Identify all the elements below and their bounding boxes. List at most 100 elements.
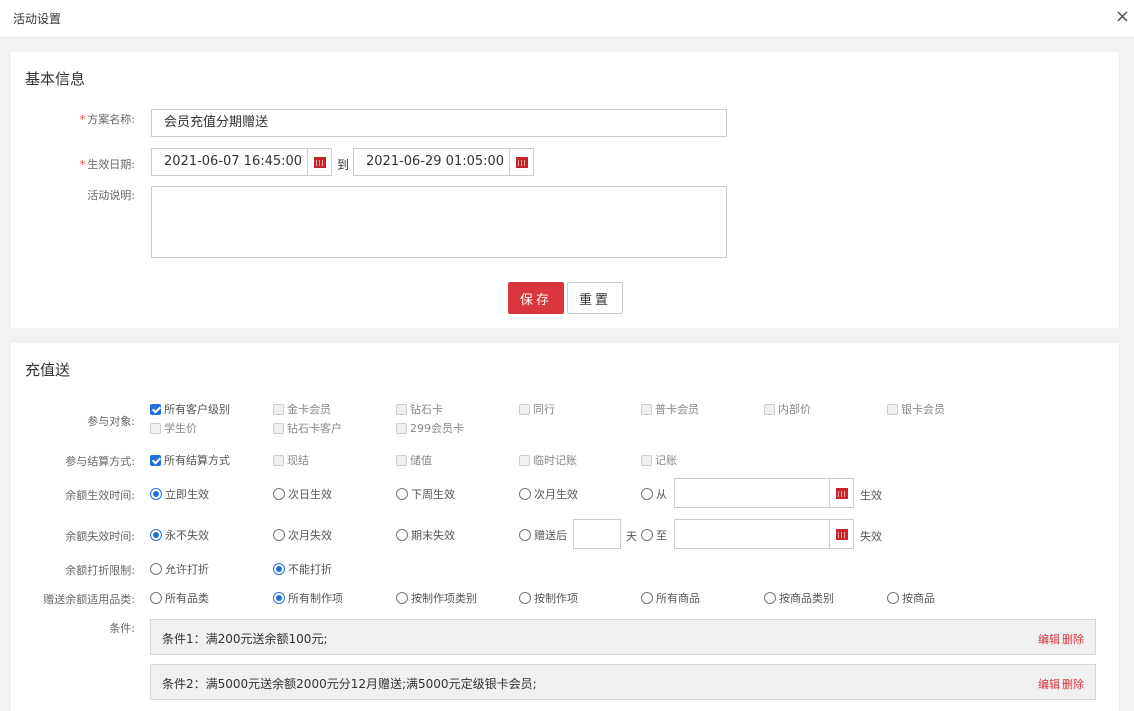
option-label: 至 xyxy=(656,529,667,542)
edit-condition-link[interactable]: 编辑 xyxy=(1038,678,1060,691)
effective-radio-3[interactable]: 次月生效 xyxy=(519,486,578,502)
radio-button[interactable] xyxy=(396,529,408,541)
checkbox[interactable] xyxy=(273,454,284,466)
radio-button[interactable] xyxy=(519,592,531,604)
radio-button[interactable] xyxy=(764,592,776,604)
radio-button[interactable] xyxy=(519,488,531,500)
recharge-gift-panel: 充值送 参与对象: 所有客户级别 金卡会员 钻石卡 同行 普卡会员 内部价 银卡会员 学生价 钻… xyxy=(11,343,1119,711)
checkbox[interactable] xyxy=(641,454,652,466)
checkbox[interactable] xyxy=(887,403,898,415)
option-label: 按商品 xyxy=(902,592,935,605)
required-mark: * xyxy=(79,158,86,171)
effective-radio-2[interactable]: 下周生效 xyxy=(396,486,455,502)
category-radio-2[interactable]: 按制作项类别 xyxy=(396,590,477,606)
category-radio-6[interactable]: 按商品 xyxy=(887,590,935,606)
participant-checkbox-1[interactable]: 金卡会员 xyxy=(273,401,331,417)
radio-button[interactable] xyxy=(887,592,899,604)
settlement-checkbox-1[interactable]: 现结 xyxy=(273,452,309,468)
checkbox[interactable] xyxy=(396,403,407,415)
radio-button[interactable] xyxy=(641,592,653,604)
participant-checkbox-6[interactable]: 银卡会员 xyxy=(887,401,945,417)
option-label: 按商品类别 xyxy=(779,592,834,605)
category-radio-3[interactable]: 按制作项 xyxy=(519,590,578,606)
radio-button[interactable] xyxy=(396,488,408,500)
category-radio-4[interactable]: 所有商品 xyxy=(641,590,700,606)
expire-radio-0[interactable]: 永不失效 xyxy=(150,527,209,543)
delete-condition-link[interactable]: 删除 xyxy=(1062,633,1084,646)
category-radio-0[interactable]: 所有品类 xyxy=(150,590,209,606)
category-radio-1[interactable]: 所有制作项 xyxy=(273,590,343,606)
effective-radio-1[interactable]: 次日生效 xyxy=(273,486,332,502)
radio-button[interactable] xyxy=(150,592,162,604)
expire-to-date-input[interactable] xyxy=(674,519,830,549)
checkbox[interactable] xyxy=(396,454,407,466)
radio-button[interactable] xyxy=(150,529,162,541)
radio-button[interactable] xyxy=(273,488,285,500)
radio-button[interactable] xyxy=(641,529,653,541)
discount-limit-label: 余额打折限制: xyxy=(65,564,135,577)
participant-checkbox-4[interactable]: 普卡会员 xyxy=(641,401,699,417)
checkbox[interactable] xyxy=(150,422,161,434)
radio-button[interactable] xyxy=(273,592,285,604)
settlement-checkbox-3[interactable]: 临时记账 xyxy=(519,452,577,468)
radio-button[interactable] xyxy=(641,488,653,500)
checkbox[interactable] xyxy=(396,422,407,434)
checkbox[interactable] xyxy=(764,403,775,415)
calendar-icon xyxy=(515,156,528,168)
discount-radio-1[interactable]: 不能打折 xyxy=(273,561,332,577)
reset-button[interactable]: 重置 xyxy=(567,282,623,314)
expire-days-input[interactable] xyxy=(573,519,621,549)
participant-checkbox-9[interactable]: 299会员卡 xyxy=(396,420,464,436)
discount-radio-0[interactable]: 允许打折 xyxy=(150,561,209,577)
effective-radio-4[interactable]: 从 xyxy=(641,486,667,502)
expire-radio-3[interactable]: 赠送后 xyxy=(519,527,567,543)
checkbox[interactable] xyxy=(150,403,161,415)
end-date-calendar-button[interactable] xyxy=(510,148,534,176)
participant-checkbox-3[interactable]: 同行 xyxy=(519,401,555,417)
start-date-calendar-button[interactable] xyxy=(308,148,332,176)
condition-row: 条件2：满5000元送余额2000元分12月赠送;满5000元定级银卡会员; 编辑… xyxy=(150,664,1096,700)
start-date-input[interactable]: 2021-06-07 16:45:00 xyxy=(151,148,308,176)
radio-button[interactable] xyxy=(150,488,162,500)
effective-from-date-input[interactable] xyxy=(674,478,830,508)
end-date-input[interactable]: 2021-06-29 01:05:00 xyxy=(353,148,510,176)
checkbox[interactable] xyxy=(150,454,161,466)
radio-button[interactable] xyxy=(150,563,162,575)
checkbox[interactable] xyxy=(273,403,284,415)
plan-name-input[interactable]: 会员充值分期赠送 xyxy=(151,109,727,137)
edit-condition-link[interactable]: 编辑 xyxy=(1038,633,1060,646)
checkbox[interactable] xyxy=(641,403,652,415)
expire-radio-1[interactable]: 次月失效 xyxy=(273,527,332,543)
radio-button[interactable] xyxy=(519,529,531,541)
save-button[interactable]: 保存 xyxy=(508,282,564,314)
date-range-separator: 到 xyxy=(337,158,350,172)
basic-info-title: 基本信息 xyxy=(25,70,86,88)
settlement-checkbox-2[interactable]: 储值 xyxy=(396,452,432,468)
delete-condition-link[interactable]: 删除 xyxy=(1062,678,1084,691)
expire-to-calendar-button[interactable] xyxy=(830,519,854,549)
expire-radio-2[interactable]: 期末失效 xyxy=(396,527,455,543)
checkbox[interactable] xyxy=(519,454,530,466)
expire-time-label: 余额失效时间: xyxy=(65,530,135,543)
effective-from-calendar-button[interactable] xyxy=(830,478,854,508)
checkbox[interactable] xyxy=(519,403,530,415)
settlement-checkbox-0[interactable]: 所有结算方式 xyxy=(150,452,230,468)
effective-radio-0[interactable]: 立即生效 xyxy=(150,486,209,502)
radio-button[interactable] xyxy=(273,529,285,541)
participant-checkbox-0[interactable]: 所有客户级别 xyxy=(150,401,230,417)
option-label: 次月失效 xyxy=(288,529,332,542)
description-textarea[interactable] xyxy=(151,186,727,258)
close-icon[interactable]: × xyxy=(1115,7,1130,27)
expire-radio-4[interactable]: 至 xyxy=(641,527,667,543)
settlement-checkbox-4[interactable]: 记账 xyxy=(641,452,677,468)
radio-button[interactable] xyxy=(273,563,285,575)
participants-label: 参与对象: xyxy=(87,415,135,428)
participant-checkbox-5[interactable]: 内部价 xyxy=(764,401,811,417)
participant-checkbox-8[interactable]: 钻石卡客户 xyxy=(273,420,342,436)
category-radio-5[interactable]: 按商品类别 xyxy=(764,590,834,606)
participant-checkbox-2[interactable]: 钻石卡 xyxy=(396,401,443,417)
checkbox[interactable] xyxy=(273,422,284,434)
participant-checkbox-7[interactable]: 学生价 xyxy=(150,420,197,436)
option-label: 学生价 xyxy=(164,422,197,435)
radio-button[interactable] xyxy=(396,592,408,604)
